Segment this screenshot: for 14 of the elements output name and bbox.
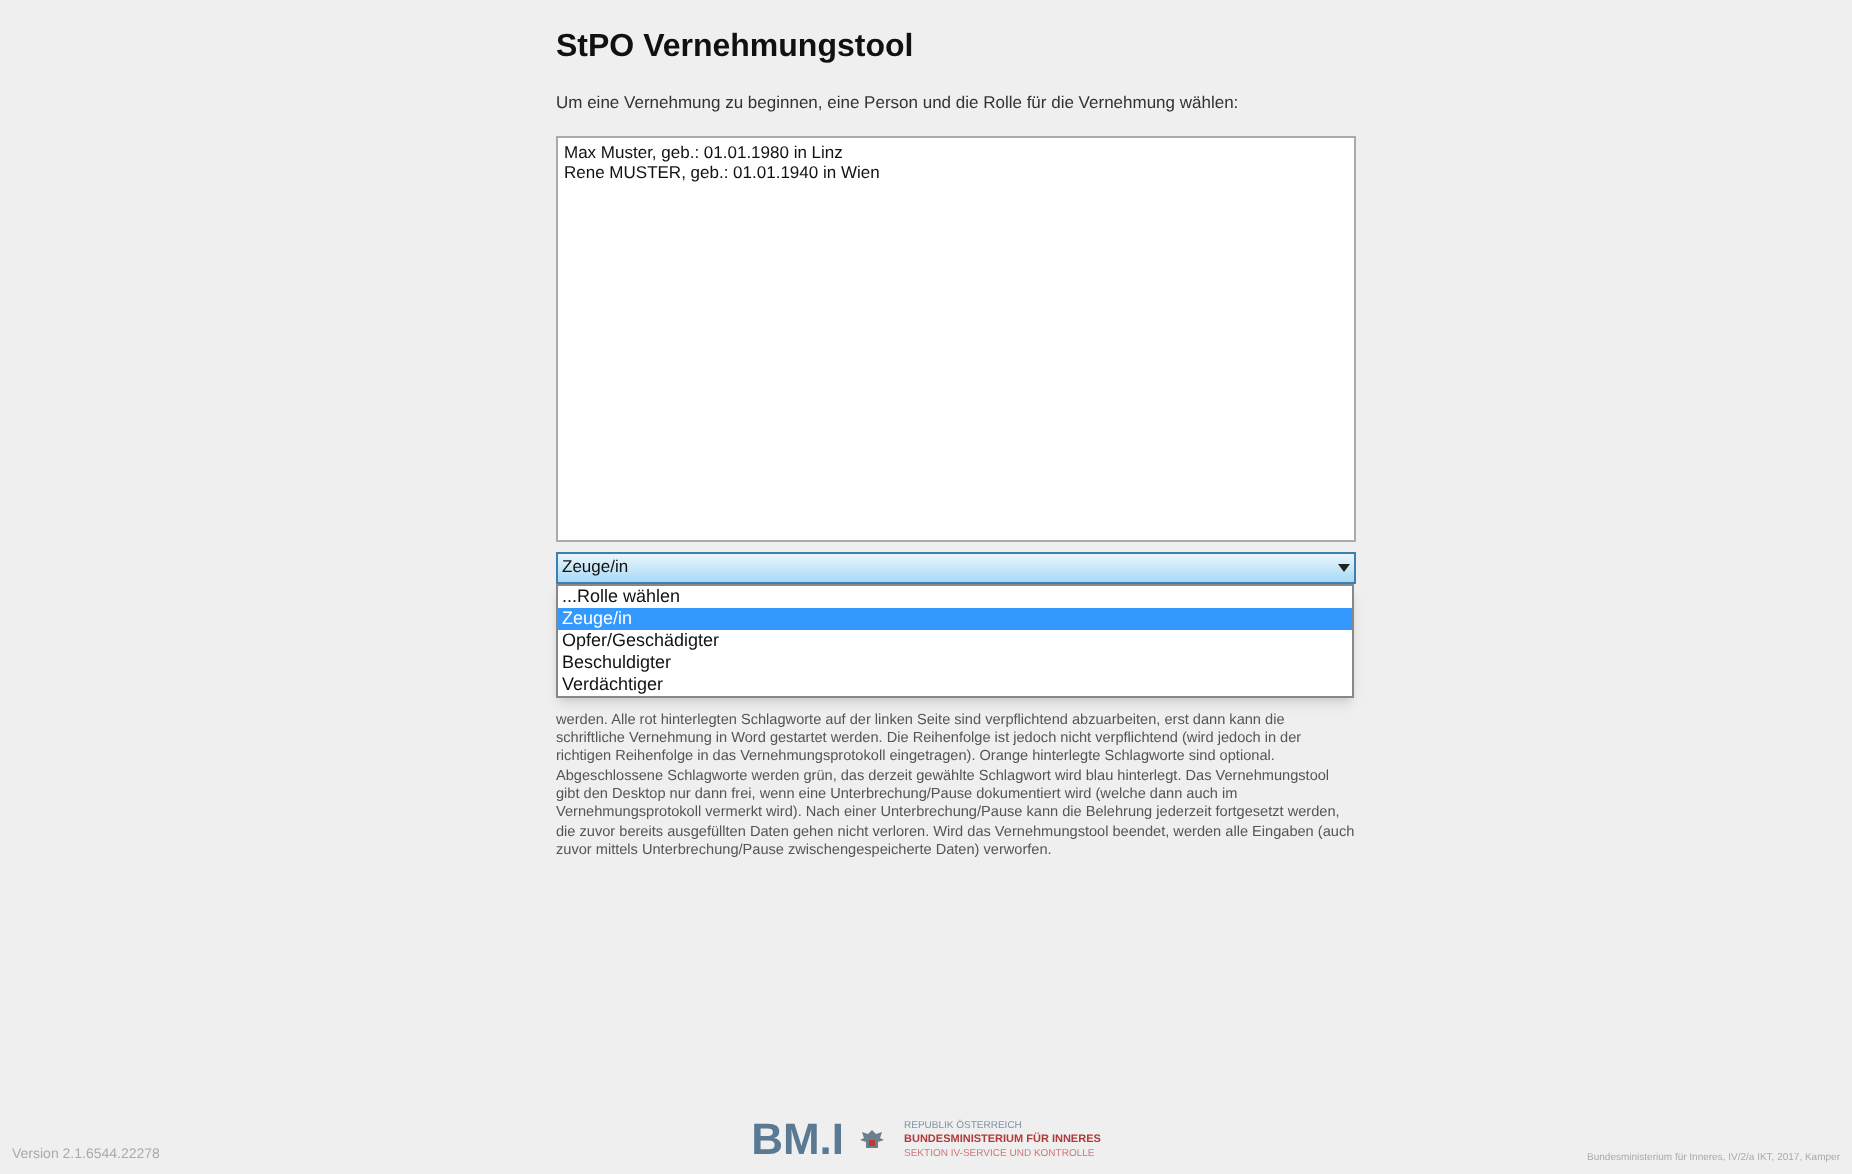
dropdown-option[interactable]: Opfer/Geschädigter bbox=[558, 629, 1352, 652]
role-dropdown[interactable]: Zeuge/in bbox=[556, 551, 1356, 584]
eagle-icon bbox=[860, 1128, 885, 1152]
person-item[interactable]: Max Muster, geb.: 01.01.1980 in Linz bbox=[562, 141, 845, 162]
caret-icon bbox=[1338, 563, 1350, 572]
dropdown-value: Zeuge/in bbox=[562, 554, 629, 581]
logo-mark: BM.I bbox=[751, 1118, 845, 1162]
dropdown-option[interactable]: Beschuldigter bbox=[558, 651, 1352, 674]
instruction-text: Um eine Vernehmung zu beginnen, eine Person und die Rolle für die Vernehmung wählen: bbox=[556, 90, 1239, 116]
person-list[interactable]: Max Muster, geb.: 01.01.1980 in Linz Rene MUSTER, geb.: 01.01.1940 in Wien bbox=[556, 135, 1356, 542]
dropdown-option[interactable]: Verdächtiger bbox=[558, 673, 1352, 696]
dropdown-option[interactable]: ...Rolle wählen bbox=[558, 585, 1352, 608]
person-item[interactable]: Rene MUSTER, geb.: 01.01.1940 in Wien bbox=[562, 161, 882, 182]
page-title: StPO Vernehmungstool bbox=[556, 28, 914, 68]
